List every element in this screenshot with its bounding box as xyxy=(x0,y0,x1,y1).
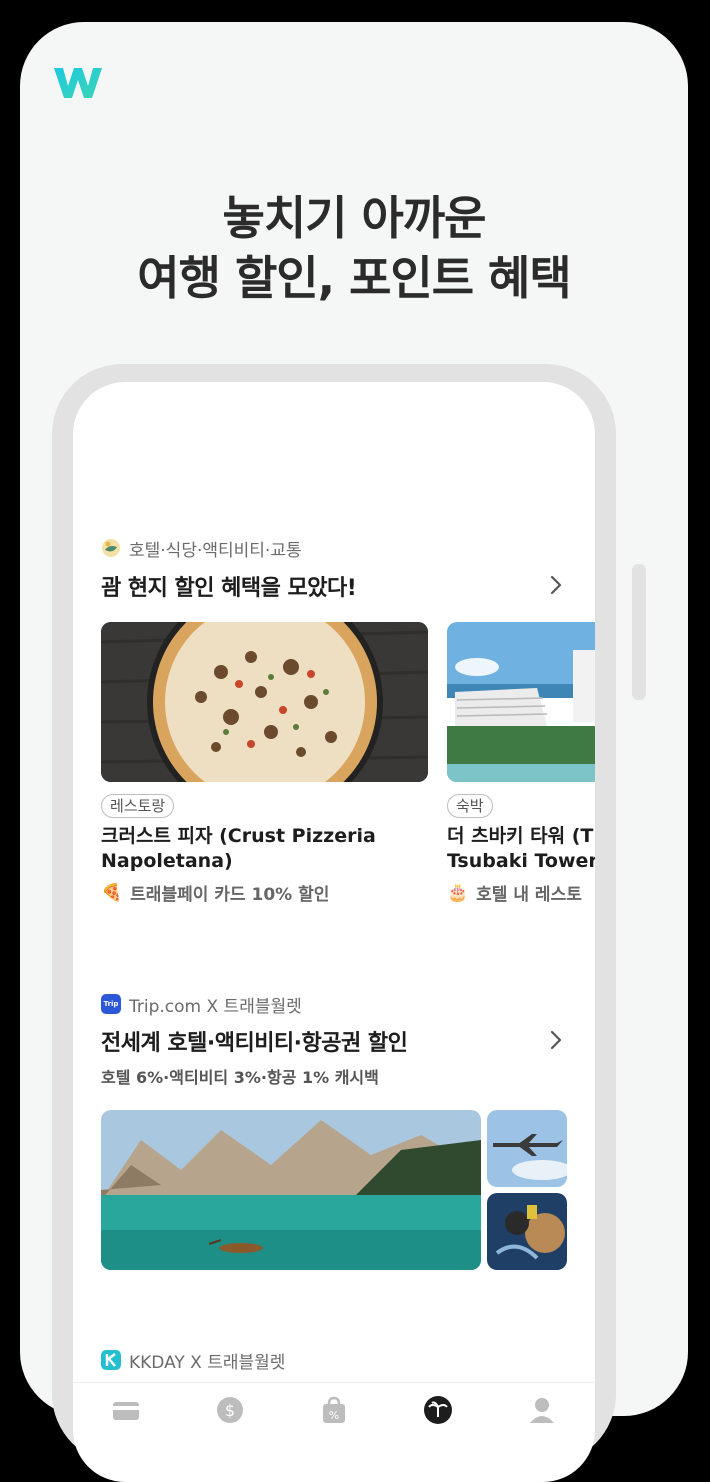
dollar-icon[interactable]: $ xyxy=(215,1395,245,1425)
hotel-photo xyxy=(447,622,595,782)
lake-photo xyxy=(101,1110,481,1270)
profile-icon[interactable] xyxy=(527,1395,557,1425)
guam-deals-section: 호텔·식당·액티비티·교통 괌 현지 할인 혜택을 모았다! 레스토랑 크러스트… xyxy=(73,382,595,942)
chevron-right-icon[interactable] xyxy=(545,1029,567,1051)
cake-icon: 🎂 xyxy=(447,882,469,903)
category-tag: 숙박 xyxy=(447,794,493,818)
section-source-text: Trip.com X 트래블월렛 xyxy=(129,996,302,1017)
phone-power-button xyxy=(632,564,646,700)
trip-com-icon: Trip xyxy=(101,994,121,1014)
item-title-line2[interactable]: Napoletana) xyxy=(101,849,233,874)
airplane-image[interactable] xyxy=(487,1110,567,1187)
item-benefit-text: 호텔 내 레스토 xyxy=(476,885,582,905)
kkday-icon xyxy=(101,1350,121,1370)
palm-tree-icon[interactable] xyxy=(423,1395,453,1425)
section-source-row: Trip Trip.com X 트래블월렛 xyxy=(101,992,302,1017)
globe-icon xyxy=(102,539,120,557)
bottom-tab-bar: $ % xyxy=(73,1382,595,1425)
section-source-row: 호텔·식당·액티비티·교통 xyxy=(101,536,302,561)
restaurant-image[interactable] xyxy=(101,622,428,782)
item-title-line1[interactable]: 더 츠바키 타워 (T xyxy=(447,824,593,849)
pizza-photo xyxy=(101,622,428,782)
headline-line2: 여행 할인, 포인트 혜택 xyxy=(137,251,571,305)
airplane-photo xyxy=(487,1110,567,1187)
diving-photo xyxy=(487,1193,567,1270)
svg-text:%: % xyxy=(329,1409,339,1422)
item-benefit: 🍕 트래블페이 카드 10% 할인 xyxy=(101,880,330,906)
section-title[interactable]: 전세계 호텔·액티비티·항공권 할인 xyxy=(101,1025,408,1057)
section-source-text: KKDAY X 트래블월렛 xyxy=(129,1352,286,1373)
item-benefit-text: 트래블페이 카드 10% 할인 xyxy=(130,885,330,905)
lake-image[interactable] xyxy=(101,1110,481,1270)
pizza-icon: 🍕 xyxy=(101,882,123,903)
chevron-right-icon[interactable] xyxy=(545,574,567,596)
discount-bag-icon[interactable]: % xyxy=(319,1395,349,1425)
section-title[interactable]: 괌 현지 할인 혜택을 모았다! xyxy=(101,570,357,602)
card-icon[interactable] xyxy=(111,1395,141,1425)
section-source-text: 호텔·식당·액티비티·교통 xyxy=(129,540,302,561)
headline-line1: 놓치기 아까운 xyxy=(222,191,487,245)
category-tag: 레스토랑 xyxy=(101,794,175,818)
section-source-row: KKDAY X 트래블월렛 xyxy=(101,1348,286,1373)
section-subtitle: 호텔 6%·액티비티 3%·항공 1% 캐시백 xyxy=(101,1068,379,1087)
travelwallet-logo-icon xyxy=(54,68,102,98)
item-title-line2[interactable]: Tsubaki Tower xyxy=(447,849,595,874)
svg-text:$: $ xyxy=(225,1401,235,1420)
diving-image[interactable] xyxy=(487,1193,567,1270)
phone-screen: 호텔·식당·액티비티·교통 괌 현지 할인 혜택을 모았다! 레스토랑 크러스트… xyxy=(73,382,595,1482)
headline: 놓치기 아까운 여행 할인, 포인트 혜택 xyxy=(20,188,688,308)
hotel-image[interactable] xyxy=(447,622,595,782)
item-benefit: 🎂 호텔 내 레스토 xyxy=(447,880,582,906)
item-title-line1[interactable]: 크러스트 피자 (Crust Pizzeria xyxy=(101,824,376,849)
